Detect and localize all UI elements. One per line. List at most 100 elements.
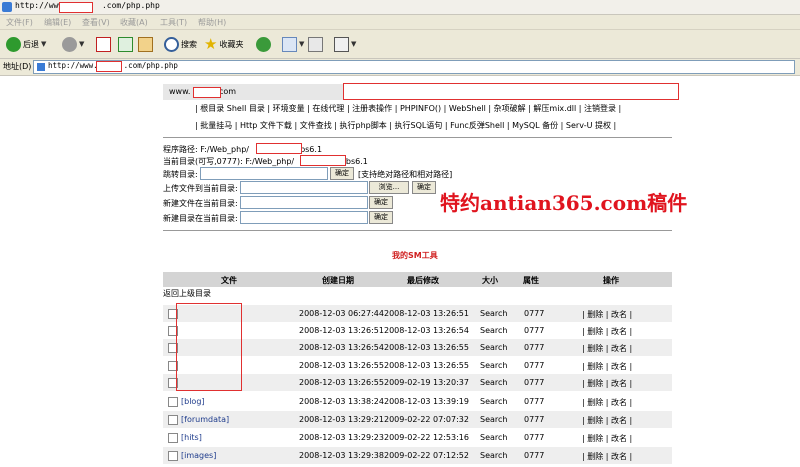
- folder-name[interactable]: [hits]: [181, 433, 202, 442]
- nav-links-primary[interactable]: | 根目录 Shell 目录 | 环境变量 | 在线代理 | 注册表操作 | P…: [195, 103, 621, 114]
- stop-button[interactable]: [96, 35, 111, 53]
- modified-date: 2009-02-22 07:07:32: [384, 415, 469, 424]
- window-title-bar: http://www. .com/php.php: [0, 0, 800, 15]
- row-actions[interactable]: | 删除 | 改名 |: [582, 397, 632, 408]
- col-created: 创建日期: [322, 276, 354, 285]
- home-button[interactable]: [138, 35, 153, 53]
- row-actions[interactable]: | 删除 | 改名 |: [582, 326, 632, 337]
- watermark-text: 特约antian365.com稿件: [440, 191, 688, 215]
- created-date: 2008-12-03 13:29:38: [299, 451, 384, 460]
- browse-button[interactable]: 浏览...: [369, 181, 409, 194]
- parent-dir-link[interactable]: 返回上级目录: [163, 288, 211, 299]
- row-actions[interactable]: | 删除 | 改名 |: [582, 343, 632, 354]
- attr-value: 0777: [524, 361, 545, 370]
- nav-links-secondary[interactable]: | 批量挂马 | Http 文件下载 | 文件查找 | 执行php脚本 | 执行…: [195, 120, 616, 131]
- address-label: 地址(D): [3, 62, 32, 71]
- modified-date: 2009-02-22 07:12:52: [384, 451, 469, 460]
- new-file-input[interactable]: [240, 196, 368, 209]
- folder-name[interactable]: [forumdata]: [181, 415, 229, 424]
- created-date: 2008-12-03 13:38:24: [299, 397, 384, 406]
- history-icon: [256, 36, 271, 52]
- row-checkbox[interactable]: [168, 415, 178, 425]
- created-date: 2008-12-03 13:26:54: [299, 343, 384, 352]
- row-checkbox[interactable]: [168, 397, 178, 407]
- attr-value: 0777: [524, 378, 545, 387]
- forward-button[interactable]: ▼: [62, 35, 84, 53]
- jump-dir-input[interactable]: [200, 167, 328, 180]
- row-actions[interactable]: | 删除 | 改名 |: [582, 433, 632, 444]
- jump-dir-label: 跳转目录:: [163, 170, 198, 179]
- size-search-link[interactable]: Search: [480, 378, 507, 387]
- print-button[interactable]: [308, 35, 323, 53]
- modified-date: 2009-02-22 12:53:16: [384, 433, 469, 442]
- folder-name[interactable]: [images]: [181, 451, 216, 460]
- size-search-link[interactable]: Search: [480, 415, 507, 424]
- back-button[interactable]: 后退 ▼: [6, 35, 46, 53]
- chevron-down-icon: ▼: [351, 40, 357, 48]
- refresh-icon: [118, 36, 133, 52]
- size-search-link[interactable]: Search: [480, 397, 507, 406]
- history-button[interactable]: [256, 35, 271, 53]
- mail-button[interactable]: ▼: [282, 35, 304, 53]
- size-search-link[interactable]: Search: [480, 326, 507, 335]
- col-file: 文件: [221, 276, 237, 285]
- row-checkbox[interactable]: [168, 433, 178, 443]
- attr-value: 0777: [524, 326, 545, 335]
- redaction-box: [193, 87, 221, 98]
- row-checkbox[interactable]: [168, 451, 178, 461]
- menu-favorites[interactable]: 收藏(A): [120, 17, 148, 28]
- redaction-box: [300, 155, 346, 166]
- attr-value: 0777: [524, 397, 545, 406]
- attr-value: 0777: [524, 433, 545, 442]
- jump-dir-button[interactable]: 确定: [330, 167, 354, 180]
- modified-date: 2008-12-03 13:26:51: [384, 309, 469, 318]
- menu-edit[interactable]: 编辑(E): [44, 17, 71, 28]
- ie-page-icon: [2, 2, 12, 12]
- modified-date: 2008-12-03 13:26:55: [384, 361, 469, 370]
- new-file-button[interactable]: 确定: [369, 196, 393, 209]
- mail-icon: [282, 36, 297, 52]
- upload-file-input[interactable]: [240, 181, 368, 194]
- new-dir-button[interactable]: 确定: [369, 211, 393, 224]
- folder-name[interactable]: [blog]: [181, 397, 205, 406]
- new-file-label: 新建文件在当前目录:: [163, 199, 238, 208]
- size-search-link[interactable]: Search: [480, 361, 507, 370]
- created-date: 2008-12-03 13:26:55: [299, 361, 384, 370]
- menu-view[interactable]: 查看(V): [82, 17, 110, 28]
- col-modified: 最后修改: [407, 276, 439, 285]
- attr-value: 0777: [524, 309, 545, 318]
- col-attr: 属性: [523, 276, 539, 285]
- refresh-button[interactable]: [118, 35, 133, 53]
- row-actions[interactable]: | 删除 | 改名 |: [582, 361, 632, 372]
- col-size: 大小: [482, 276, 498, 285]
- address-input[interactable]: http://www. .com/php.php: [33, 60, 795, 74]
- table-row: [images] 2008-12-03 13:29:38 2009-02-22 …: [163, 447, 672, 464]
- attr-value: 0777: [524, 343, 545, 352]
- page-content: www. .com | 根目录 Shell 目录 | 环境变量 | 在线代理 | …: [0, 76, 800, 467]
- size-search-link[interactable]: Search: [480, 451, 507, 460]
- star-icon: ★: [204, 34, 218, 53]
- row-actions[interactable]: | 删除 | 改名 |: [582, 378, 632, 389]
- created-date: 2008-12-03 06:27:44: [299, 309, 384, 318]
- new-dir-input[interactable]: [240, 211, 368, 224]
- favorites-button[interactable]: ★ 收藏夹: [204, 35, 243, 53]
- size-search-link[interactable]: Search: [480, 309, 507, 318]
- modified-date: 2009-02-19 13:20:37: [384, 378, 469, 387]
- edit-button[interactable]: ▼: [334, 35, 356, 53]
- row-actions[interactable]: | 删除 | 改名 |: [582, 309, 632, 320]
- menu-file[interactable]: 文件(F): [6, 17, 33, 28]
- row-actions[interactable]: | 删除 | 改名 |: [582, 451, 632, 462]
- size-search-link[interactable]: Search: [480, 343, 507, 352]
- search-button[interactable]: 搜索: [164, 35, 197, 53]
- divider: [163, 230, 672, 231]
- menu-tools[interactable]: 工具(T): [160, 17, 187, 28]
- menu-help[interactable]: 帮助(H): [198, 17, 226, 28]
- upload-button[interactable]: 确定: [412, 181, 436, 194]
- divider: [163, 137, 672, 138]
- size-search-link[interactable]: Search: [480, 433, 507, 442]
- table-row: [forumdata] 2008-12-03 13:29:21 2009-02-…: [163, 411, 672, 428]
- row-actions[interactable]: | 删除 | 改名 |: [582, 415, 632, 426]
- table-row: [blog] 2008-12-03 13:38:24 2008-12-03 13…: [163, 393, 672, 410]
- col-ops: 操作: [603, 276, 619, 285]
- modified-date: 2008-12-03 13:26:55: [384, 343, 469, 352]
